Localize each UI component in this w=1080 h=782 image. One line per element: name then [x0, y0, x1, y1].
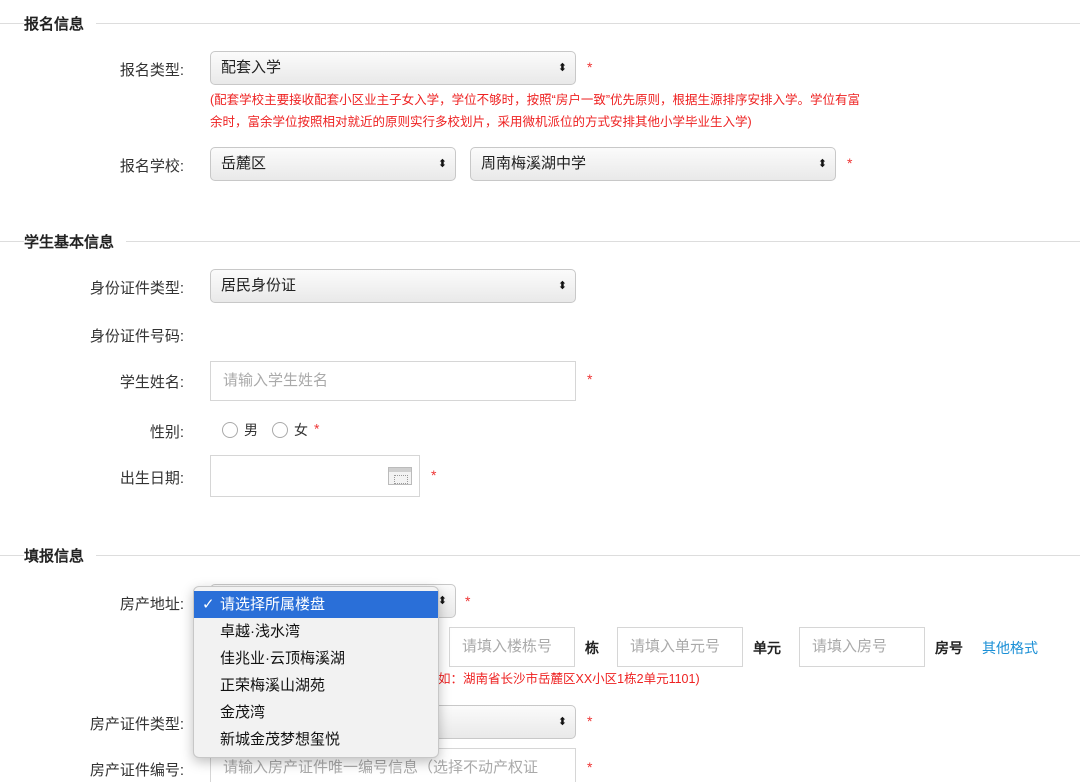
gender-male-radio[interactable] [222, 422, 238, 438]
cert-type-label: 房产证件类型: [89, 716, 184, 733]
building-input[interactable]: 请填入楼栋号 [449, 627, 575, 667]
updown-arrow-icon: ⬍ [437, 595, 447, 607]
required-mark: * [587, 371, 593, 387]
property-address-label: 房产地址: [119, 596, 184, 613]
id-type-label: 身份证件类型: [89, 280, 184, 297]
dropdown-option[interactable]: 金茂湾 [194, 699, 438, 726]
gender-label: 性别: [149, 424, 184, 441]
updown-arrow-icon: ⬍ [817, 158, 827, 170]
signup-school-label: 报名学校: [119, 158, 184, 175]
district-value: 岳麓区 [221, 155, 267, 172]
section-divider [0, 241, 1080, 242]
required-mark: * [465, 593, 471, 609]
option-label: 金茂湾 [220, 704, 266, 721]
student-name-input[interactable]: 请输入学生姓名 [210, 361, 576, 401]
signup-note-line1: (配套学校主要接收配套小区业主子女入学，学位不够时，按照“房户一致”优先原则，根… [210, 93, 860, 107]
signup-type-label: 报名类型: [119, 62, 184, 79]
gender-female-label: 女 [294, 422, 308, 438]
address-hint: 如：湖南省长沙市岳麓区XX小区1栋2单元1101) [438, 672, 700, 686]
other-format-link[interactable]: 其他格式 [982, 638, 1038, 658]
gender-radio-group: 男 女 * [222, 420, 319, 440]
updown-arrow-icon: ⬍ [437, 158, 447, 170]
calendar-icon[interactable] [388, 467, 412, 485]
district-select[interactable]: 岳麓区 ⬍ [210, 147, 456, 181]
dropdown-option[interactable]: 卓越·浅水湾 [194, 618, 438, 645]
updown-arrow-icon: ⬍ [557, 280, 567, 292]
estate-dropdown-list: ✓ 请选择所属楼盘 卓越·浅水湾 佳兆业·云顶梅溪湖 正荣梅溪山湖苑 金茂湾 新城… [193, 586, 439, 758]
school-select[interactable]: 周南梅溪湖中学 ⬍ [470, 147, 836, 181]
unit-input[interactable]: 请填入单元号 [617, 627, 743, 667]
signup-note-line2: 余时，富余学位按照相对就近的原则实行多校划片，采用微机派位的方式安排其他小学毕业… [210, 115, 752, 129]
student-name-label: 学生姓名: [119, 374, 184, 391]
required-mark: * [587, 59, 593, 75]
room-input[interactable]: 请填入房号 [799, 627, 925, 667]
required-mark: * [847, 155, 853, 171]
dropdown-option[interactable]: 佳兆业·云顶梅溪湖 [194, 645, 438, 672]
check-icon: ✓ [202, 596, 215, 613]
option-label: 正荣梅溪山湖苑 [220, 677, 326, 694]
room-unit-label: 房号 [935, 640, 963, 656]
updown-arrow-icon: ⬍ [557, 62, 567, 74]
school-value: 周南梅溪湖中学 [481, 155, 587, 172]
required-mark: * [587, 713, 593, 729]
updown-arrow-icon: ⬍ [557, 716, 567, 728]
dropdown-option[interactable]: ✓ 请选择所属楼盘 [194, 591, 438, 618]
option-label: 佳兆业·云顶梅溪湖 [220, 650, 345, 667]
section-divider [0, 555, 1080, 556]
dropdown-option[interactable]: 正荣梅溪山湖苑 [194, 672, 438, 699]
section-title-signup: 报名信息 [24, 13, 97, 34]
birth-date-label: 出生日期: [119, 470, 184, 487]
required-mark: * [587, 759, 593, 775]
required-mark: * [431, 467, 437, 483]
id-type-select[interactable]: 居民身份证 ⬍ [210, 269, 576, 303]
signup-type-select[interactable]: 配套入学 ⬍ [210, 51, 576, 85]
dropdown-option[interactable]: 新城金茂梦想玺悦 [194, 726, 438, 753]
signup-type-value: 配套入学 [221, 59, 282, 76]
option-label: 卓越·浅水湾 [220, 623, 300, 640]
building-unit-label: 栋 [585, 640, 599, 656]
gender-male-label: 男 [244, 422, 258, 438]
required-mark: * [314, 420, 320, 437]
section-divider [0, 23, 1080, 24]
cert-no-label: 房产证件编号: [89, 762, 184, 779]
section-title-fill: 填报信息 [24, 545, 97, 566]
id-no-label: 身份证件号码: [89, 328, 184, 345]
section-title-student: 学生基本信息 [24, 231, 127, 252]
option-label: 新城金茂梦想玺悦 [220, 731, 341, 748]
gender-female-radio[interactable] [272, 422, 288, 438]
option-label: 请选择所属楼盘 [220, 596, 326, 613]
unit-unit-label: 单元 [753, 640, 781, 656]
id-type-value: 居民身份证 [221, 277, 297, 294]
